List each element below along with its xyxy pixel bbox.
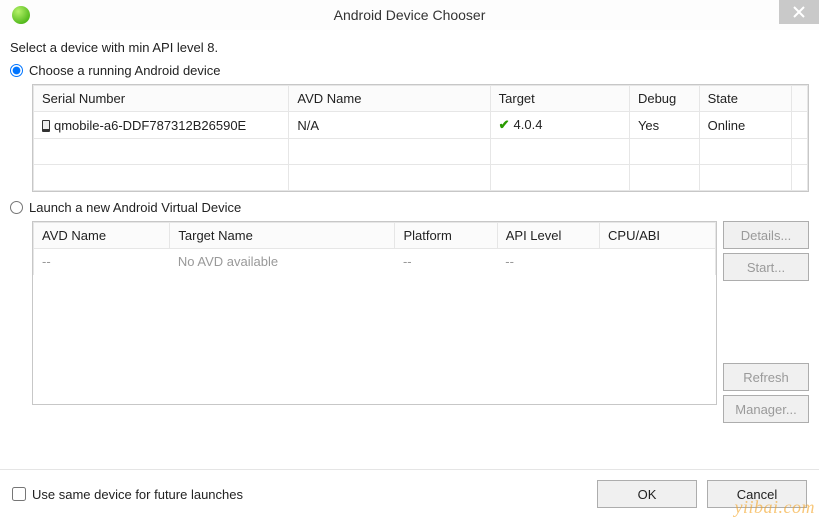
close-icon (793, 6, 805, 18)
radio-launch-avd-label: Launch a new Android Virtual Device (29, 200, 241, 215)
cell-state: Online (699, 112, 792, 139)
remember-checkbox-input[interactable] (12, 487, 26, 501)
radio-choose-running-label: Choose a running Android device (29, 63, 221, 78)
col-serial[interactable]: Serial Number (34, 86, 289, 112)
titlebar: Android Device Chooser (0, 0, 819, 30)
close-button[interactable] (779, 0, 819, 24)
details-button[interactable]: Details... (723, 221, 809, 249)
cell-apilevel: -- (497, 249, 599, 275)
subtitle: Select a device with min API level 8. (10, 40, 809, 55)
col-target[interactable]: Target (490, 86, 629, 112)
cell-debug: Yes (629, 112, 699, 139)
col-targetname[interactable]: Target Name (170, 223, 395, 249)
radio-launch-avd[interactable]: Launch a new Android Virtual Device (10, 200, 809, 215)
col-state[interactable]: State (699, 86, 792, 112)
radio-choose-running-input[interactable] (10, 64, 23, 77)
cell-platform: -- (395, 249, 497, 275)
cell-targetname: No AVD available (170, 249, 395, 275)
cell-avdname: -- (34, 249, 170, 275)
running-devices-table: Serial Number AVD Name Target Debug Stat… (32, 84, 809, 192)
col-platform[interactable]: Platform (395, 223, 497, 249)
table-row: -- No AVD available -- -- (34, 249, 716, 275)
col-spare (792, 86, 808, 112)
start-button[interactable]: Start... (723, 253, 809, 281)
remember-checkbox[interactable]: Use same device for future launches (12, 487, 243, 502)
col-cpu[interactable]: CPU/ABI (600, 223, 716, 249)
ok-button[interactable]: OK (597, 480, 697, 508)
check-icon: ✔ (499, 117, 510, 133)
cancel-button[interactable]: Cancel (707, 480, 807, 508)
manager-button[interactable]: Manager... (723, 395, 809, 423)
avd-table: AVD Name Target Name Platform API Level … (32, 221, 717, 405)
footer: Use same device for future launches OK C… (0, 469, 819, 520)
table-row (34, 165, 808, 191)
cell-cpu (600, 249, 716, 275)
radio-launch-avd-input[interactable] (10, 201, 23, 214)
table-row (34, 139, 808, 165)
cell-target: 4.0.4 (514, 117, 543, 132)
android-icon (12, 6, 30, 24)
col-apilevel[interactable]: API Level (497, 223, 599, 249)
window-title: Android Device Chooser (0, 7, 819, 23)
radio-choose-running[interactable]: Choose a running Android device (10, 63, 809, 78)
col-avdname[interactable]: AVD Name (34, 223, 170, 249)
refresh-button[interactable]: Refresh (723, 363, 809, 391)
remember-checkbox-label: Use same device for future launches (32, 487, 243, 502)
col-debug[interactable]: Debug (629, 86, 699, 112)
phone-icon (42, 120, 50, 132)
cell-avd: N/A (289, 112, 490, 139)
table-row[interactable]: qmobile-a6-DDF787312B26590E N/A ✔ 4.0.4 Y… (34, 112, 808, 139)
avd-buttons: Details... Start... Refresh Manager... (723, 221, 809, 423)
cell-serial: qmobile-a6-DDF787312B26590E (54, 118, 246, 133)
col-avd[interactable]: AVD Name (289, 86, 490, 112)
